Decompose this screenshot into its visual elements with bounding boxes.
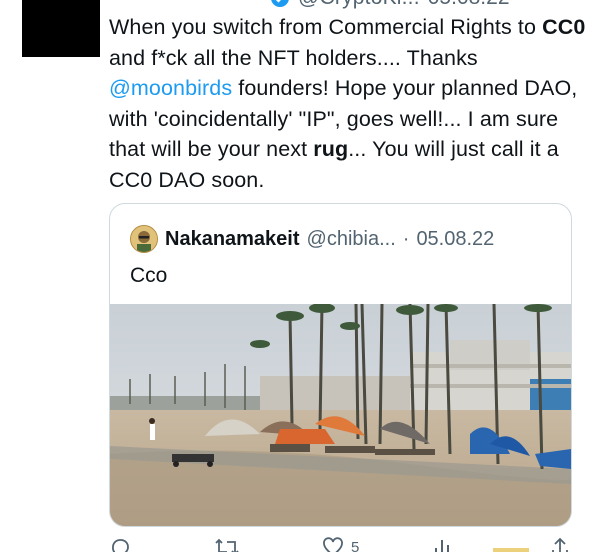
tweet-action-bar: 5	[109, 536, 579, 552]
bookmark-button[interactable]	[491, 536, 531, 552]
tweet-text-part: When you switch from Commercial Rights t…	[109, 15, 543, 39]
quoted-tweet-card[interactable]: Nakanamakeit @chibia... · 05.08.22 Cco	[109, 203, 572, 527]
like-button[interactable]: 5	[321, 536, 359, 552]
tweet-text-bold: CC0	[542, 15, 586, 39]
quoted-author-handle[interactable]: @chibia...	[307, 228, 396, 251]
quoted-tweet-date[interactable]: 05.08.22	[416, 228, 494, 251]
author-handle[interactable]: @CryptoKi...	[298, 0, 420, 10]
separator-dot: ·	[402, 227, 410, 250]
share-icon	[549, 536, 571, 552]
tweet-text: When you switch from Commercial Rights t…	[109, 12, 589, 196]
like-count: 5	[351, 538, 360, 552]
views-icon	[431, 536, 453, 552]
reply-button[interactable]	[109, 536, 131, 552]
retweet-button[interactable]	[214, 536, 240, 552]
beach-homeless-camp-photo[interactable]	[110, 303, 571, 526]
quoted-tweet-header: Nakanamakeit @chibia... · 05.08.22	[130, 224, 494, 254]
bookmark-icon	[491, 536, 531, 552]
quoted-author-name[interactable]: Nakanamakeit	[165, 228, 300, 251]
tweet-header: @CryptoKi... 05.08.22	[270, 0, 510, 10]
retweet-icon	[214, 536, 240, 552]
heart-icon	[321, 536, 345, 552]
tweet-text-part: and f*ck all the NFT holders.... Thanks	[109, 45, 478, 70]
tweet-date[interactable]: 05.08.22	[428, 0, 510, 10]
share-button[interactable]	[549, 536, 571, 552]
quoted-author-avatar[interactable]	[130, 225, 158, 253]
redacted-avatar	[22, 0, 100, 57]
reply-icon	[109, 536, 131, 552]
views-button[interactable]	[431, 536, 453, 552]
tweet-screenshot: @CryptoKi... 05.08.22 When you switch fr…	[0, 0, 600, 552]
verified-badge-icon	[270, 0, 290, 8]
tweet-text-bold: rug	[313, 137, 349, 162]
mention-link[interactable]: @moonbirds	[109, 76, 232, 100]
quoted-tweet-text: Cco	[130, 264, 168, 287]
